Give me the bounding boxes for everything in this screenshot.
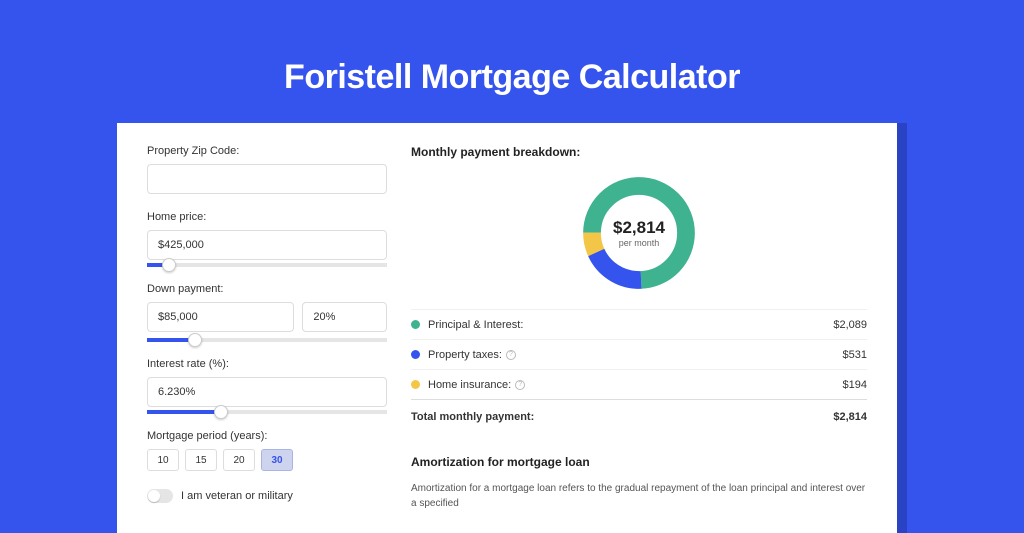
slider-thumb-icon[interactable] [188, 333, 202, 347]
period-segmented: 10 15 20 30 [147, 449, 387, 471]
rate-slider[interactable] [147, 410, 387, 414]
calculator-card: Property Zip Code: Home price: Down paym… [117, 123, 897, 533]
military-label: I am veteran or military [181, 490, 293, 502]
donut-amount: $2,814 [613, 218, 665, 238]
slider-thumb-icon[interactable] [214, 405, 228, 419]
rate-label: Interest rate (%): [147, 358, 387, 370]
tax-label: Property taxes: [428, 349, 502, 361]
slider-thumb-icon[interactable] [162, 258, 176, 272]
page-title: Foristell Mortgage Calculator [284, 58, 740, 97]
donut-chart: $2,814 per month [577, 171, 701, 295]
dot-blue-icon [411, 350, 420, 359]
price-input[interactable] [147, 230, 387, 260]
legend-row-total: Total monthly payment: $2,814 [411, 399, 867, 433]
down-slider[interactable] [147, 338, 387, 342]
down-label: Down payment: [147, 283, 387, 295]
breakdown-panel: Monthly payment breakdown: $2,814 p [411, 145, 867, 511]
ins-value: $194 [843, 379, 867, 391]
period-option-30[interactable]: 30 [261, 449, 293, 471]
price-slider[interactable] [147, 263, 387, 267]
info-icon[interactable]: ? [506, 350, 516, 360]
donut-sub: per month [619, 238, 660, 248]
down-percent-input[interactable] [302, 302, 387, 332]
zip-input[interactable] [147, 164, 387, 194]
legend-row-pi: Principal & Interest: $2,089 [411, 309, 867, 339]
pi-label: Principal & Interest: [428, 319, 833, 331]
legend-row-tax: Property taxes: ? $531 [411, 339, 867, 369]
zip-label: Property Zip Code: [147, 145, 387, 157]
dot-yellow-icon [411, 380, 420, 389]
period-option-20[interactable]: 20 [223, 449, 255, 471]
card-shadow: Property Zip Code: Home price: Down paym… [117, 123, 907, 533]
info-icon[interactable]: ? [515, 380, 525, 390]
rate-input[interactable] [147, 377, 387, 407]
form-panel: Property Zip Code: Home price: Down paym… [147, 145, 387, 511]
total-value: $2,814 [833, 411, 867, 423]
dot-green-icon [411, 320, 420, 329]
pi-value: $2,089 [833, 319, 867, 331]
tax-value: $531 [843, 349, 867, 361]
period-option-15[interactable]: 15 [185, 449, 217, 471]
total-label: Total monthly payment: [411, 411, 833, 423]
amort-heading: Amortization for mortgage loan [411, 455, 867, 469]
period-label: Mortgage period (years): [147, 430, 387, 442]
price-label: Home price: [147, 211, 387, 223]
down-amount-input[interactable] [147, 302, 294, 332]
ins-label: Home insurance: [428, 379, 511, 391]
legend-row-ins: Home insurance: ? $194 [411, 369, 867, 399]
breakdown-heading: Monthly payment breakdown: [411, 145, 867, 159]
amort-text: Amortization for a mortgage loan refers … [411, 481, 867, 511]
period-option-10[interactable]: 10 [147, 449, 179, 471]
military-toggle[interactable] [147, 489, 173, 503]
